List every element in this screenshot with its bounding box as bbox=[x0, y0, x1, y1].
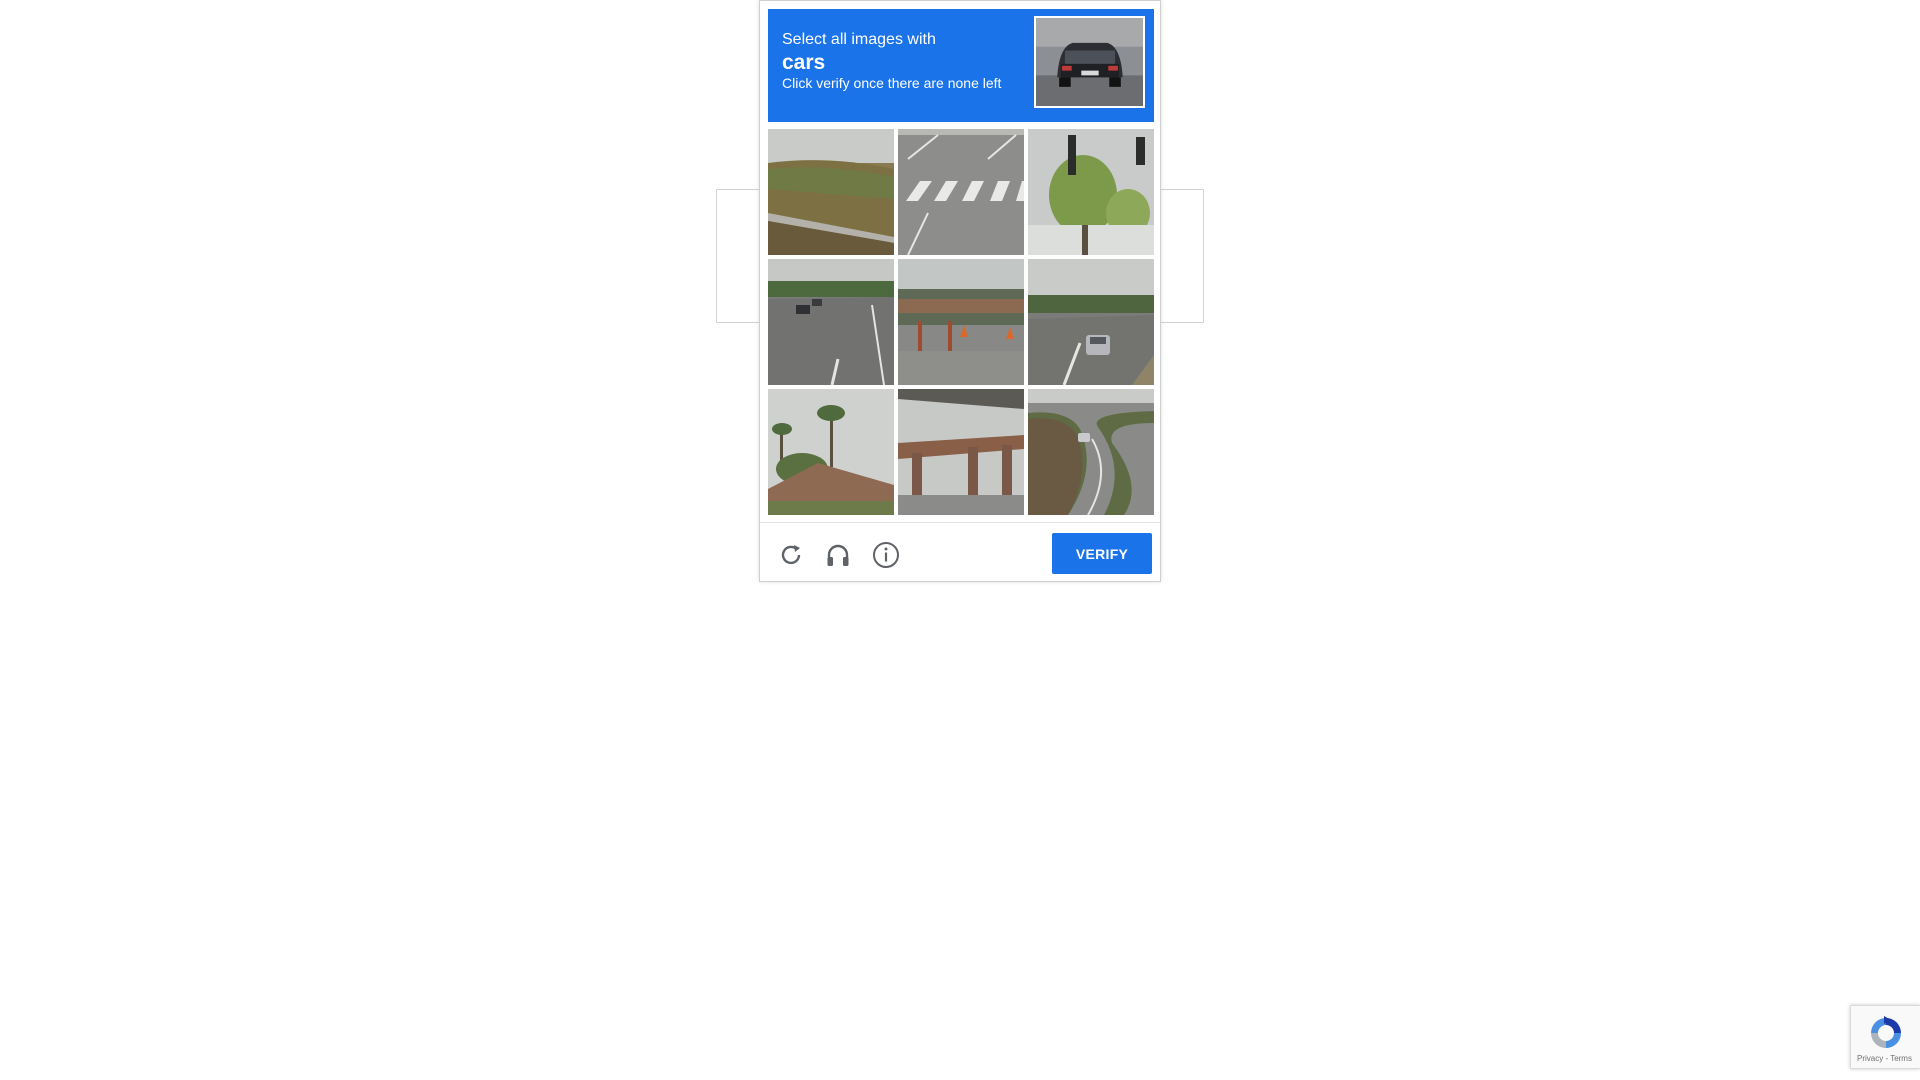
image-tile[interactable] bbox=[768, 129, 894, 255]
info-icon[interactable] bbox=[871, 540, 901, 570]
image-tile[interactable] bbox=[1028, 129, 1154, 255]
image-tile[interactable] bbox=[898, 259, 1024, 385]
recaptcha-logo-icon bbox=[1867, 1014, 1905, 1052]
image-tile[interactable] bbox=[898, 389, 1024, 515]
image-tile[interactable] bbox=[768, 389, 894, 515]
headphones-icon[interactable] bbox=[823, 540, 853, 570]
reload-icon[interactable] bbox=[776, 540, 806, 570]
challenge-header: Select all images with cars Click verify… bbox=[768, 9, 1154, 122]
image-tile-grid bbox=[768, 129, 1154, 515]
sample-image bbox=[1034, 16, 1145, 108]
captcha-challenge-dialog: Select all images with cars Click verify… bbox=[759, 0, 1161, 582]
recaptcha-badge[interactable]: Privacy - Terms bbox=[1850, 1005, 1920, 1069]
instruction-subtext: Click verify once there are none left bbox=[782, 75, 1002, 91]
instruction-text: Select all images with bbox=[782, 31, 936, 48]
verify-button[interactable]: VERIFY bbox=[1052, 533, 1152, 574]
privacy-terms-links[interactable]: Privacy - Terms bbox=[1857, 1054, 1912, 1063]
image-tile[interactable] bbox=[768, 259, 894, 385]
image-tile[interactable] bbox=[898, 129, 1024, 255]
image-tile[interactable] bbox=[1028, 389, 1154, 515]
image-tile[interactable] bbox=[1028, 259, 1154, 385]
target-keyword: cars bbox=[782, 51, 826, 74]
challenge-footer: VERIFY bbox=[760, 522, 1160, 582]
